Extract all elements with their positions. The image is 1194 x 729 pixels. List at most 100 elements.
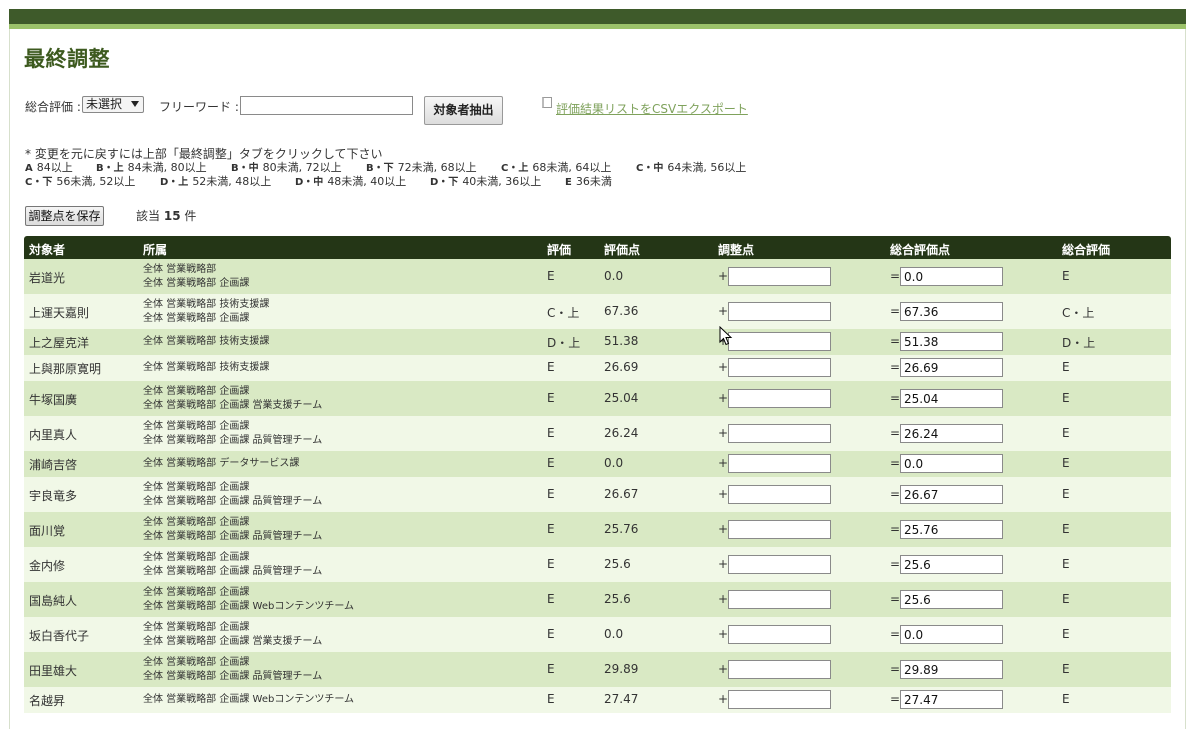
document-icon [542,97,552,108]
department-line: 全体 営業戦略部 データサービス課 [143,458,300,469]
department-line: 全体 営業戦略部 企画課 [143,587,250,598]
adjustment-input[interactable] [728,332,831,351]
result-count-prefix: 該当 [136,209,161,223]
column-header-grade: 評価 [547,243,572,257]
row-grade: C・上 [547,306,580,320]
column-header-department: 所属 [143,243,168,257]
department-line: 全体 営業戦略部 [143,264,217,275]
total-score-input[interactable] [900,555,1003,574]
department-line: 全体 営業戦略部 企画課 品質管理チーム [143,671,323,682]
total-score-input[interactable] [900,424,1003,443]
top-bar [9,9,1186,25]
adjustment-input[interactable] [728,389,831,408]
table-row: 岩道光 全体 営業戦略部全体 営業戦略部 企画課 E 0.0 + = E [24,259,1171,294]
adjustment-input[interactable] [728,424,831,443]
row-overall-grade: E [1062,627,1070,641]
total-score-input[interactable] [900,332,1003,351]
row-overall-grade: E [1062,269,1070,283]
legend-grade: E [565,177,572,188]
row-department: 全体 営業戦略部 企画課 全体 営業戦略部 企画課 品質管理チーム [143,656,322,684]
legend-item: D・中 48未満, 40以上 [295,173,406,189]
row-name: 国島純人 [29,594,78,608]
row-overall-grade: C・上 [1062,306,1095,320]
adjustment-input[interactable] [728,302,831,321]
adjustment-input[interactable] [728,660,831,679]
legend-grade: D・上 [160,177,189,188]
column-header-adjustment: 調整点 [718,243,755,257]
row-grade: D・上 [547,336,581,350]
plus-sign: + [718,627,729,641]
total-score-input[interactable] [900,389,1003,408]
total-score-input[interactable] [900,485,1003,504]
row-grade: E [547,592,555,606]
adjustment-input[interactable] [728,590,831,609]
adjustment-input[interactable] [728,520,831,539]
adjustment-input[interactable] [728,454,831,473]
row-grade: E [547,269,555,283]
department-line: 全体 営業戦略部 企画課 品質管理チーム [143,566,323,577]
legend-grade: C・中 [636,163,664,174]
row-score: 0.0 [604,627,624,641]
adjustment-input[interactable] [728,625,831,644]
adjustment-input[interactable] [728,690,831,709]
overall-grade-select[interactable]: 未選択 [82,96,144,113]
adjustment-input[interactable] [728,485,831,504]
row-name: 金内修 [29,559,66,573]
result-count: 該当 15 件 [136,207,196,224]
equals-sign: = [890,692,901,706]
plus-sign: + [718,557,729,571]
department-line: 全体 営業戦略部 企画課 [143,386,250,397]
total-score-input[interactable] [900,520,1003,539]
row-score: 0.0 [604,456,624,470]
total-score-input[interactable] [900,302,1003,321]
table-row: 宇良竜多 全体 営業戦略部 企画課 全体 営業戦略部 企画課 品質管理チーム E 26.… [24,477,1171,512]
department-line: 全体 営業戦略部 企画課 [143,482,250,493]
total-score-input[interactable] [900,625,1003,644]
row-overall-grade: E [1062,456,1070,470]
equals-sign: = [890,360,901,374]
extract-button[interactable]: 対象者抽出 [424,96,503,125]
plus-sign: + [718,269,729,283]
adjustment-input[interactable] [728,358,831,377]
total-score-input[interactable] [900,358,1003,377]
row-grade: E [547,456,555,470]
row-overall-grade: E [1062,360,1070,374]
overall-grade-label: 総合評価 : [25,100,81,114]
plus-sign: + [718,522,729,536]
row-name: 名越昇 [29,694,66,708]
row-overall-grade: E [1062,426,1070,440]
row-overall-grade: E [1062,592,1070,606]
total-score-input[interactable] [900,690,1003,709]
legend-range: 52未満, 48以上 [192,175,272,188]
adjustment-input[interactable] [728,267,831,286]
table-row: 内里真人 全体 営業戦略部 企画課 全体 営業戦略部 企画課 品質管理チーム E 26.… [24,416,1171,451]
equals-sign: = [890,391,901,405]
total-score-input[interactable] [900,590,1003,609]
row-name: 浦崎吉啓 [29,458,78,472]
column-header-total-score: 総合評価点 [890,243,951,257]
row-score: 25.6 [604,592,631,606]
row-department: 全体 営業戦略部 データサービス課 [143,457,299,471]
table-row: 上之屋克洋全体 営業戦略部 技術支援課D・上51.38+=D・上 [24,329,1171,355]
keyword-input[interactable] [240,96,413,115]
page-title: 最終調整 [24,47,110,71]
department-line: 全体 営業戦略部 企画課 品質管理チーム [143,531,323,542]
row-name: 内里真人 [29,428,78,442]
total-score-input[interactable] [900,660,1003,679]
equals-sign: = [890,269,901,283]
row-overall-grade: E [1062,662,1070,676]
row-department: 全体 営業戦略部 企画課 全体 営業戦略部 企画課 営業支援チーム [143,621,322,649]
result-count-suffix: 件 [184,209,197,223]
total-score-input[interactable] [900,267,1003,286]
adjustment-input[interactable] [728,555,831,574]
total-score-input[interactable] [900,454,1003,473]
column-header-overall-grade: 総合評価 [1062,243,1111,257]
row-department: 全体 営業戦略部 企画課 全体 営業戦略部 企画課 営業支援チーム [143,385,322,413]
row-department: 全体 営業戦略部 企画課 Webコンテンツチーム [143,693,354,707]
department-line: 全体 営業戦略部 企画課 Webコンテンツチーム [143,601,355,612]
equals-sign: = [890,487,901,501]
department-line: 全体 営業戦略部 技術支援課 [143,299,270,310]
row-department: 全体 営業戦略部 企画課 全体 営業戦略部 企画課 品質管理チーム [143,516,322,544]
csv-export-link[interactable]: 評価結果リストをCSVエクスポート [556,100,748,117]
save-adjustments-button[interactable]: 調整点を保存 [25,206,104,226]
